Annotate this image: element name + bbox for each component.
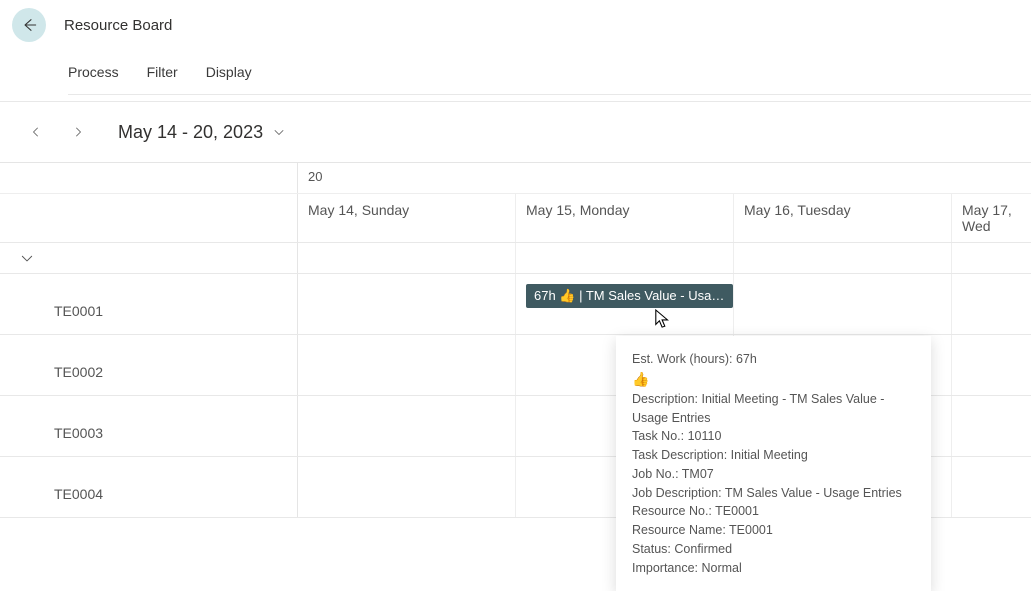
week-header-row: 20 [0, 163, 1031, 194]
expand-toggle[interactable] [0, 243, 298, 273]
tooltip-task-no: Task No.: 10110 [632, 427, 915, 446]
tooltip-importance: Importance: Normal [632, 559, 915, 578]
chevron-right-icon [72, 126, 84, 138]
thumbs-up-icon: 👍 [632, 369, 915, 390]
back-button[interactable] [12, 8, 46, 42]
cell-tuesday[interactable] [734, 274, 952, 334]
task-bar[interactable]: 67h 👍 | TM Sales Value - Usage... [526, 284, 733, 308]
tooltip-resource-no: Resource No.: TE0001 [632, 502, 915, 521]
date-range-picker[interactable]: May 14 - 20, 2023 [118, 122, 285, 143]
arrow-left-icon [21, 17, 37, 33]
day-header-row: May 14, Sunday May 15, Monday May 16, Tu… [0, 194, 1031, 243]
day-header-wednesday: May 17, Wed [952, 194, 1031, 242]
week-number: 20 [298, 163, 516, 193]
resource-row-te0001: TE0001 67h 👍 | TM Sales Value - Usage... [0, 274, 1031, 335]
prev-week-button[interactable] [24, 120, 48, 144]
day-header-tuesday: May 16, Tuesday [734, 194, 952, 242]
resource-label: TE0001 [0, 274, 298, 334]
expand-row [0, 243, 1031, 274]
tooltip-est-work: Est. Work (hours): 67h [632, 350, 915, 369]
chevron-down-icon [20, 251, 34, 265]
day-header-sunday: May 14, Sunday [298, 194, 516, 242]
empty-cell [0, 194, 298, 242]
toolbar-display[interactable]: Display [206, 64, 252, 80]
day-header-monday: May 15, Monday [516, 194, 734, 242]
chevron-down-icon [273, 126, 285, 138]
tooltip-job-no: Job No.: TM07 [632, 465, 915, 484]
resource-label: TE0004 [0, 457, 298, 517]
tooltip-status: Status: Confirmed [632, 540, 915, 559]
tooltip-description: Description: Initial Meeting - TM Sales … [632, 390, 915, 428]
cell-wednesday[interactable] [952, 274, 1031, 334]
toolbar-process[interactable]: Process [68, 64, 119, 80]
date-range-label: May 14 - 20, 2023 [118, 122, 263, 143]
toolbar-filter[interactable]: Filter [147, 64, 178, 80]
page-title: Resource Board [64, 17, 172, 34]
tooltip-job-description: Job Description: TM Sales Value - Usage … [632, 484, 915, 503]
chevron-left-icon [30, 126, 42, 138]
resource-label: TE0002 [0, 335, 298, 395]
tooltip-task-description: Task Description: Initial Meeting [632, 446, 915, 465]
tooltip-resource-name: Resource Name: TE0001 [632, 521, 915, 540]
next-week-button[interactable] [66, 120, 90, 144]
task-tooltip: Est. Work (hours): 67h 👍 Description: In… [616, 336, 931, 591]
resource-label: TE0003 [0, 396, 298, 456]
cell-monday[interactable]: 67h 👍 | TM Sales Value - Usage... [516, 274, 734, 334]
cell-sunday[interactable] [298, 274, 516, 334]
toolbar: Process Filter Display [68, 64, 1031, 95]
empty-cell [0, 163, 298, 193]
